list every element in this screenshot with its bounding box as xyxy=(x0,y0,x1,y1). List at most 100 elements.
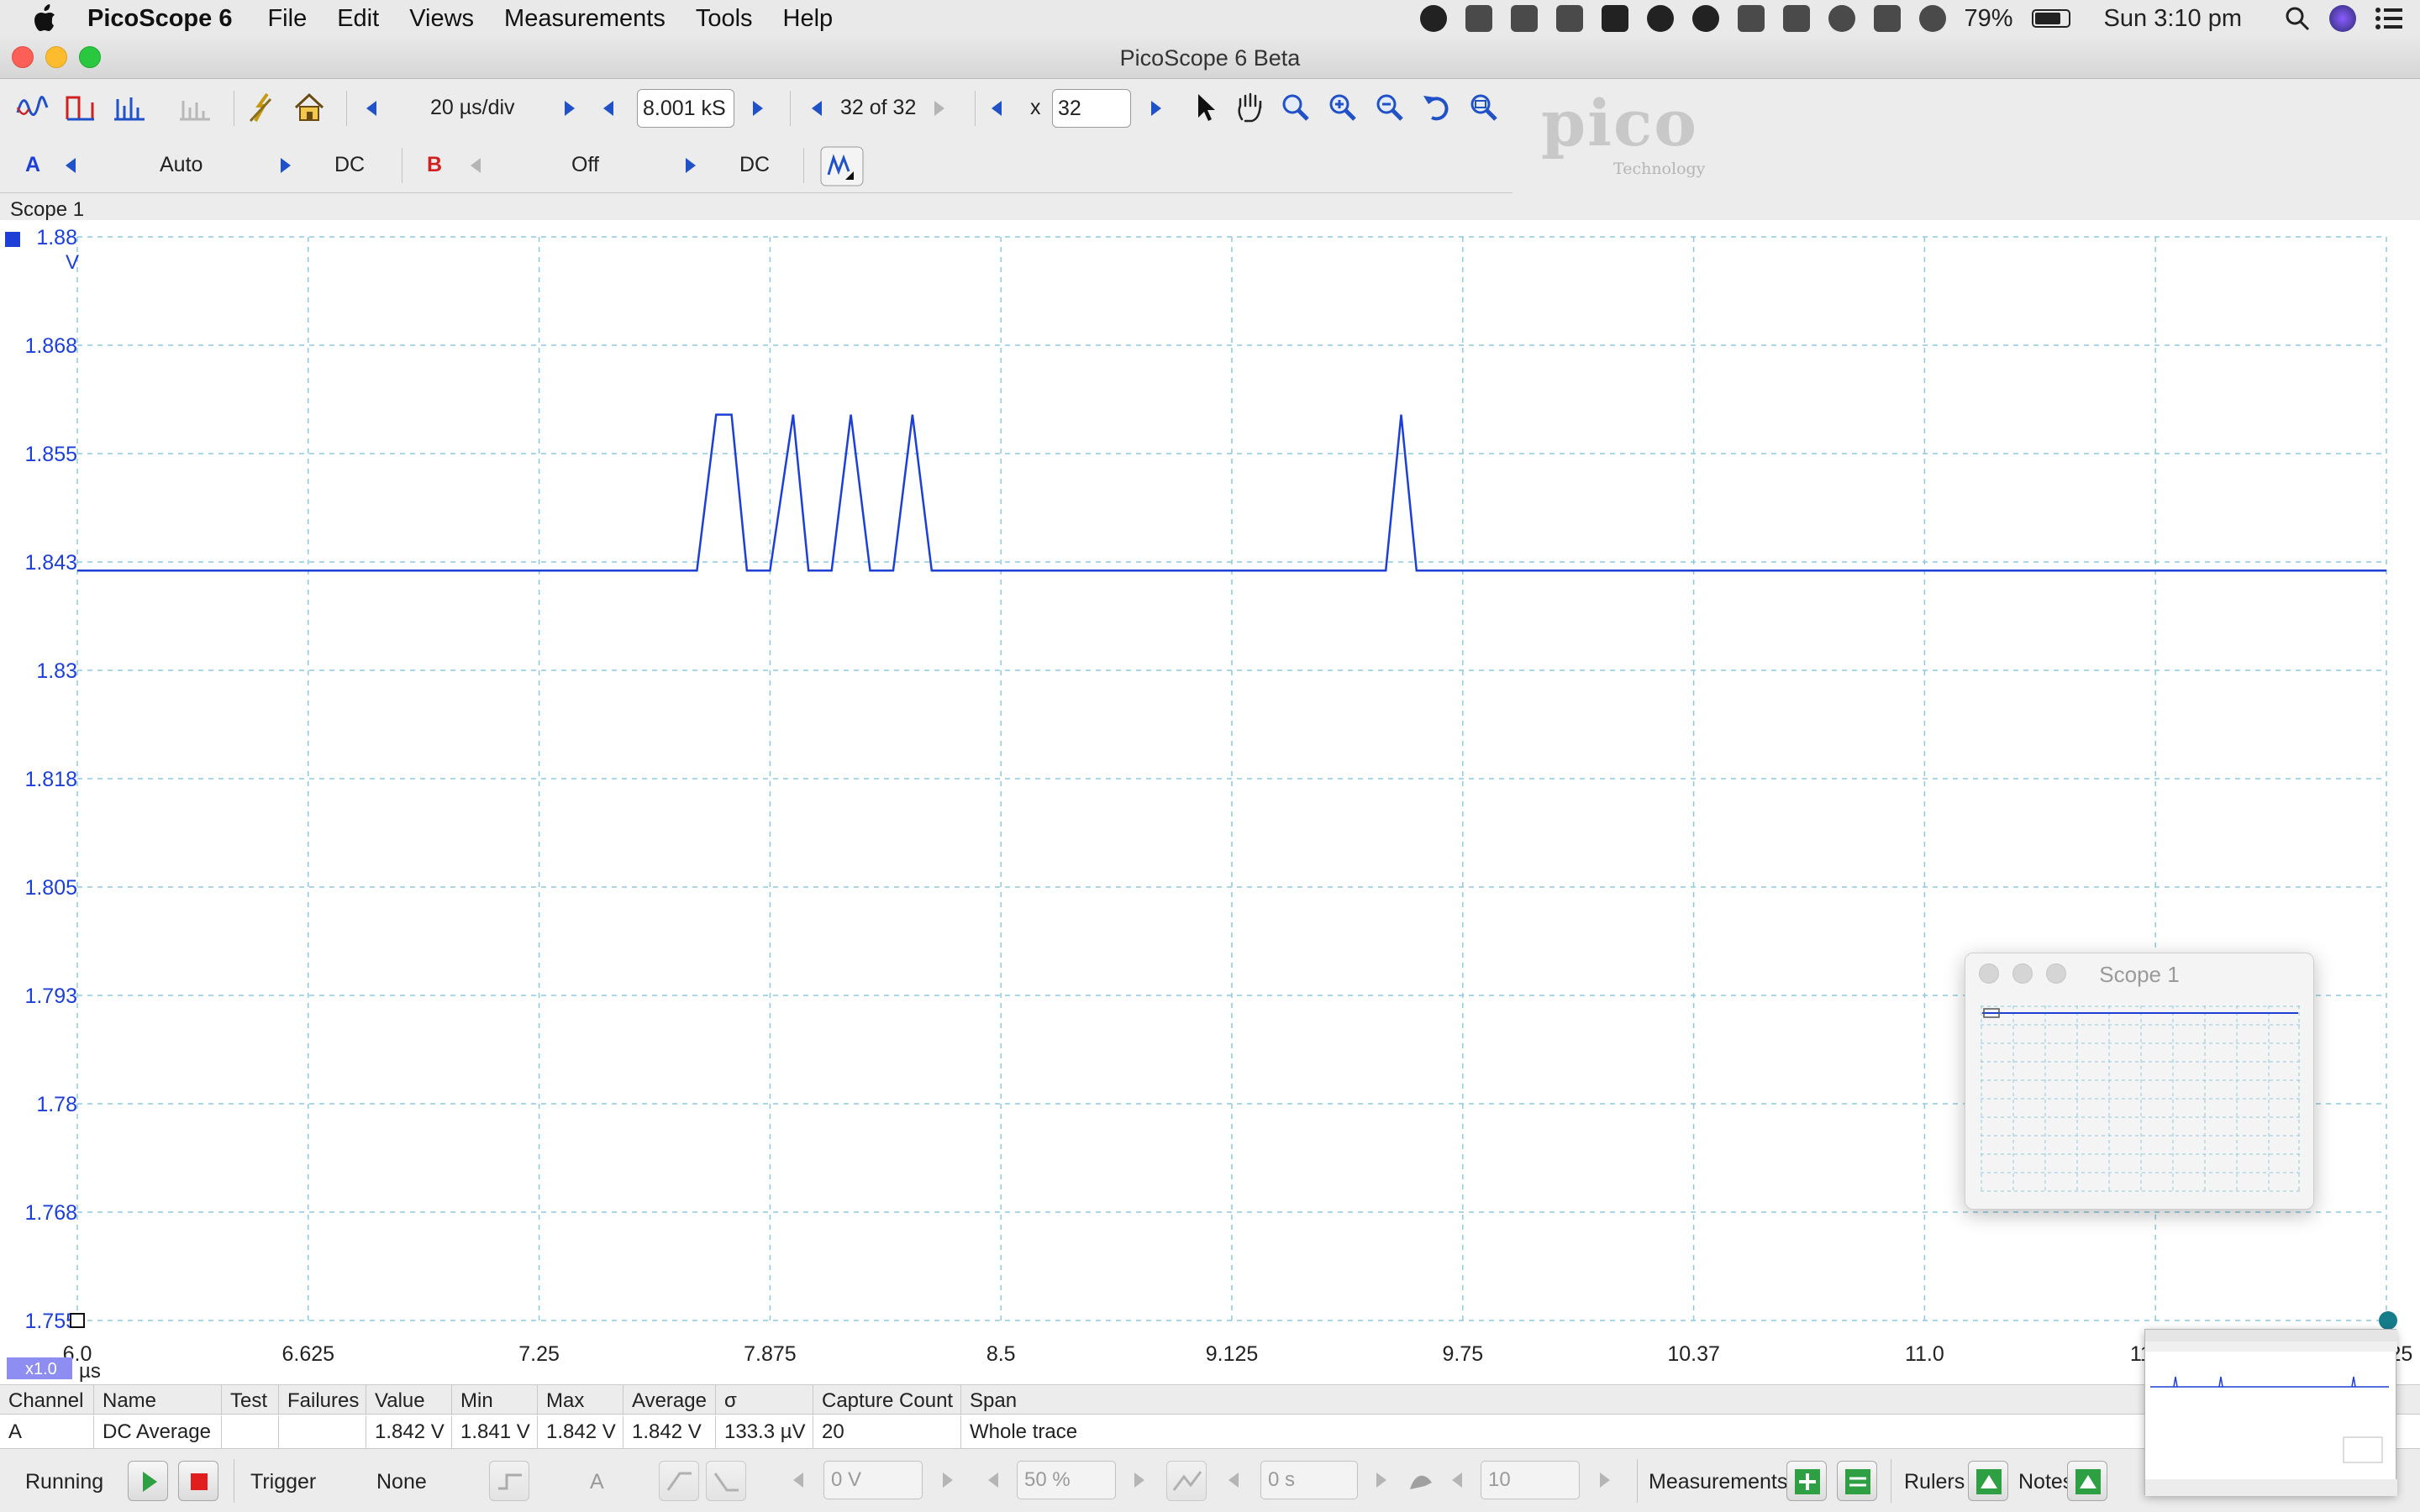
col-header-failures[interactable]: Failures xyxy=(279,1385,366,1415)
col-header-capture-count[interactable]: Capture Count xyxy=(813,1385,961,1415)
battery-icon[interactable] xyxy=(2031,9,2070,28)
col-header-value[interactable]: Value xyxy=(366,1385,452,1415)
menu-tools[interactable]: Tools xyxy=(696,5,753,33)
timebase-increase-icon[interactable] xyxy=(565,101,575,116)
scope-mode-icon[interactable] xyxy=(15,91,49,124)
channel-b-range-increase-icon[interactable] xyxy=(686,158,696,173)
captures-input[interactable]: 10 xyxy=(1481,1461,1580,1499)
evernote-icon[interactable] xyxy=(1601,5,1628,32)
pretrigger-decrease-icon[interactable] xyxy=(988,1473,998,1488)
pretrigger-input[interactable]: 50 % xyxy=(1017,1461,1116,1499)
menu-measurements[interactable]: Measurements xyxy=(504,5,666,33)
channel-a-axis-marker[interactable] xyxy=(5,232,20,247)
home-icon[interactable] xyxy=(292,91,326,124)
zoom-factor-decrease-icon[interactable] xyxy=(992,101,1002,116)
edit-measurement-button[interactable] xyxy=(1837,1461,1877,1501)
spotlight-search-icon[interactable] xyxy=(2284,5,2311,32)
col-header-max[interactable]: Max xyxy=(538,1385,623,1415)
zoom-out-icon[interactable] xyxy=(1373,91,1407,124)
channel-b-range[interactable]: Off xyxy=(571,153,599,177)
minus-circle-icon[interactable] xyxy=(1646,5,1674,32)
trigger-options-icon[interactable] xyxy=(820,146,864,186)
threshold-increase-icon[interactable] xyxy=(943,1473,953,1488)
timebase-value[interactable]: 20 µs/div xyxy=(430,96,515,120)
axis-origin-marker[interactable] xyxy=(70,1313,85,1328)
scope-tab[interactable]: Scope 1 xyxy=(10,198,84,222)
menu-help[interactable]: Help xyxy=(783,5,834,33)
notes-button[interactable] xyxy=(2067,1461,2107,1501)
pointer-tool-icon[interactable] xyxy=(1188,91,1222,124)
rulers-button[interactable] xyxy=(1968,1461,2008,1501)
col-header-min[interactable]: Min xyxy=(452,1385,538,1415)
outlook-icon[interactable] xyxy=(1737,5,1765,32)
channel-b-label[interactable]: B xyxy=(427,153,442,177)
delay-mode-button[interactable] xyxy=(1166,1461,1207,1501)
rising-edge-button[interactable] xyxy=(659,1461,699,1501)
delay-decrease-icon[interactable] xyxy=(1228,1473,1239,1488)
bolt-icon[interactable] xyxy=(1782,5,1810,32)
delay-increase-icon[interactable] xyxy=(1376,1473,1386,1488)
hand-tool-icon[interactable] xyxy=(1234,91,1267,124)
samples-increase-icon[interactable] xyxy=(753,101,763,116)
screenshot-thumbnail[interactable] xyxy=(2144,1329,2397,1496)
channel-b-range-decrease-icon[interactable] xyxy=(471,158,481,173)
zoom-factor-input[interactable]: 32 xyxy=(1052,89,1131,128)
falling-edge-button[interactable] xyxy=(706,1461,746,1501)
col-header-test[interactable]: Test xyxy=(222,1385,279,1415)
zoom-in-icon[interactable] xyxy=(1326,91,1360,124)
delay-input[interactable]: 0 s xyxy=(1260,1461,1358,1499)
menubar-clock[interactable]: Sun 3:10 pm xyxy=(2104,5,2242,33)
zoom-select-icon[interactable] xyxy=(1279,91,1313,124)
menu-file[interactable]: File xyxy=(267,5,307,33)
samples-input[interactable]: 8.001 kS xyxy=(637,89,734,128)
captures-increase-icon[interactable] xyxy=(1600,1473,1610,1488)
channel-a-range[interactable]: Auto xyxy=(160,153,203,177)
zoom-overview-icon[interactable] xyxy=(1467,91,1501,124)
spectrum-mode-icon[interactable] xyxy=(113,91,146,124)
scope-overview-window[interactable]: Scope 1 xyxy=(1965,953,2314,1210)
bluetooth-icon[interactable] xyxy=(1873,5,1901,32)
threshold-input[interactable]: 0 V xyxy=(823,1461,923,1499)
channel-a-range-decrease-icon[interactable] xyxy=(66,158,76,173)
col-header-average[interactable]: Average xyxy=(623,1385,716,1415)
time-machine-icon[interactable] xyxy=(1828,5,1855,32)
start-button[interactable] xyxy=(128,1461,168,1501)
ruler-handle-icon[interactable] xyxy=(2379,1311,2397,1330)
rapid-capture-icon[interactable] xyxy=(1407,1467,1435,1496)
col-header-channel[interactable]: Channel xyxy=(0,1385,94,1415)
pretrigger-increase-icon[interactable] xyxy=(1134,1473,1144,1488)
channel-a-coupling[interactable]: DC xyxy=(334,153,365,177)
stop-button[interactable] xyxy=(178,1461,218,1501)
check-circle-icon[interactable] xyxy=(1691,5,1719,32)
signal-generator-icon[interactable] xyxy=(245,91,279,124)
undo-zoom-icon[interactable] xyxy=(1420,91,1454,124)
oscilloscope-plot[interactable]: 1.88 1.868 1.855 1.843 1.83 1.818 1.805 1.793 1.… xyxy=(0,220,2420,1384)
wifi-icon[interactable] xyxy=(1918,5,1946,32)
buffer-previous-icon[interactable] xyxy=(812,101,822,116)
overview-plot[interactable] xyxy=(1981,1005,2300,1194)
samples-decrease-icon[interactable] xyxy=(603,101,613,116)
trigger-mode[interactable]: None xyxy=(376,1470,427,1494)
menu-views[interactable]: Views xyxy=(409,5,474,33)
col-header-name[interactable]: Name xyxy=(94,1385,222,1415)
add-measurement-button[interactable] xyxy=(1786,1461,1827,1501)
timebase-decrease-icon[interactable] xyxy=(366,101,376,116)
menu-app-name[interactable]: PicoScope 6 xyxy=(87,5,232,33)
threshold-decrease-icon[interactable] xyxy=(793,1473,803,1488)
channel-b-coupling[interactable]: DC xyxy=(739,153,770,177)
scope-view[interactable]: 1.88 1.868 1.855 1.843 1.83 1.818 1.805 1.793 1.… xyxy=(0,220,2420,1384)
menu-edit[interactable]: Edit xyxy=(337,5,379,33)
trigger-channel[interactable]: A xyxy=(590,1470,604,1494)
channel-a-label[interactable]: A xyxy=(25,153,40,177)
zoom-factor-increase-icon[interactable] xyxy=(1151,101,1161,116)
captures-decrease-icon[interactable] xyxy=(1452,1473,1462,1488)
status-tray-icon[interactable] xyxy=(1419,5,1447,32)
notification-center-icon[interactable] xyxy=(2375,6,2403,31)
headphones-icon[interactable] xyxy=(1555,5,1583,32)
col-header-sigma[interactable]: σ xyxy=(716,1385,813,1415)
siri-icon[interactable] xyxy=(2329,5,2356,32)
cloud-icon[interactable] xyxy=(1510,5,1538,32)
buffer-next-icon[interactable] xyxy=(934,101,944,116)
persistence-mode-icon[interactable] xyxy=(64,91,97,124)
dropbox-icon[interactable] xyxy=(1465,5,1492,32)
